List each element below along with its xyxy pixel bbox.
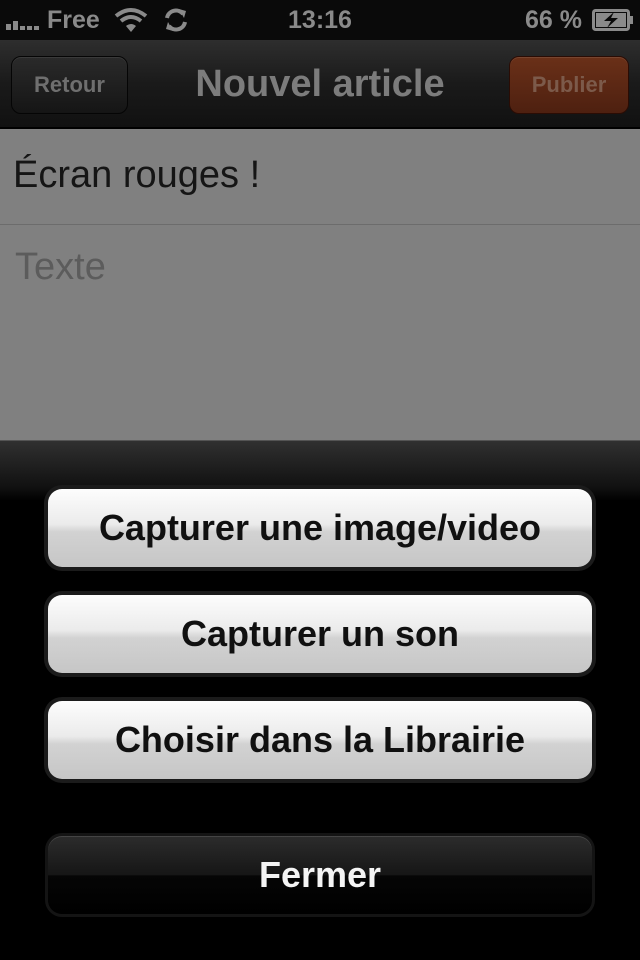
action-sheet: Capturer une image/video Capturer un son… bbox=[0, 440, 640, 960]
article-title-field[interactable]: Écran rouges ! bbox=[0, 129, 640, 225]
status-bar: Free 13:16 66 % bbox=[0, 0, 640, 40]
publish-button[interactable]: Publier bbox=[509, 56, 629, 114]
navigation-bar: Nouvel article Retour Publier bbox=[0, 40, 640, 128]
choose-from-library-button[interactable]: Choisir dans la Librairie bbox=[48, 701, 592, 779]
capture-image-video-button[interactable]: Capturer une image/video bbox=[48, 489, 592, 567]
back-button[interactable]: Retour bbox=[11, 56, 128, 114]
battery-percent: 66 % bbox=[525, 5, 582, 34]
capture-sound-button[interactable]: Capturer un son bbox=[48, 595, 592, 673]
article-body-field[interactable]: Texte bbox=[0, 226, 640, 440]
close-button[interactable]: Fermer bbox=[48, 836, 592, 914]
battery-charging-icon bbox=[592, 9, 633, 31]
article-editor: Écran rouges ! Texte bbox=[0, 129, 640, 440]
status-bar-right: 66 % bbox=[525, 0, 634, 40]
